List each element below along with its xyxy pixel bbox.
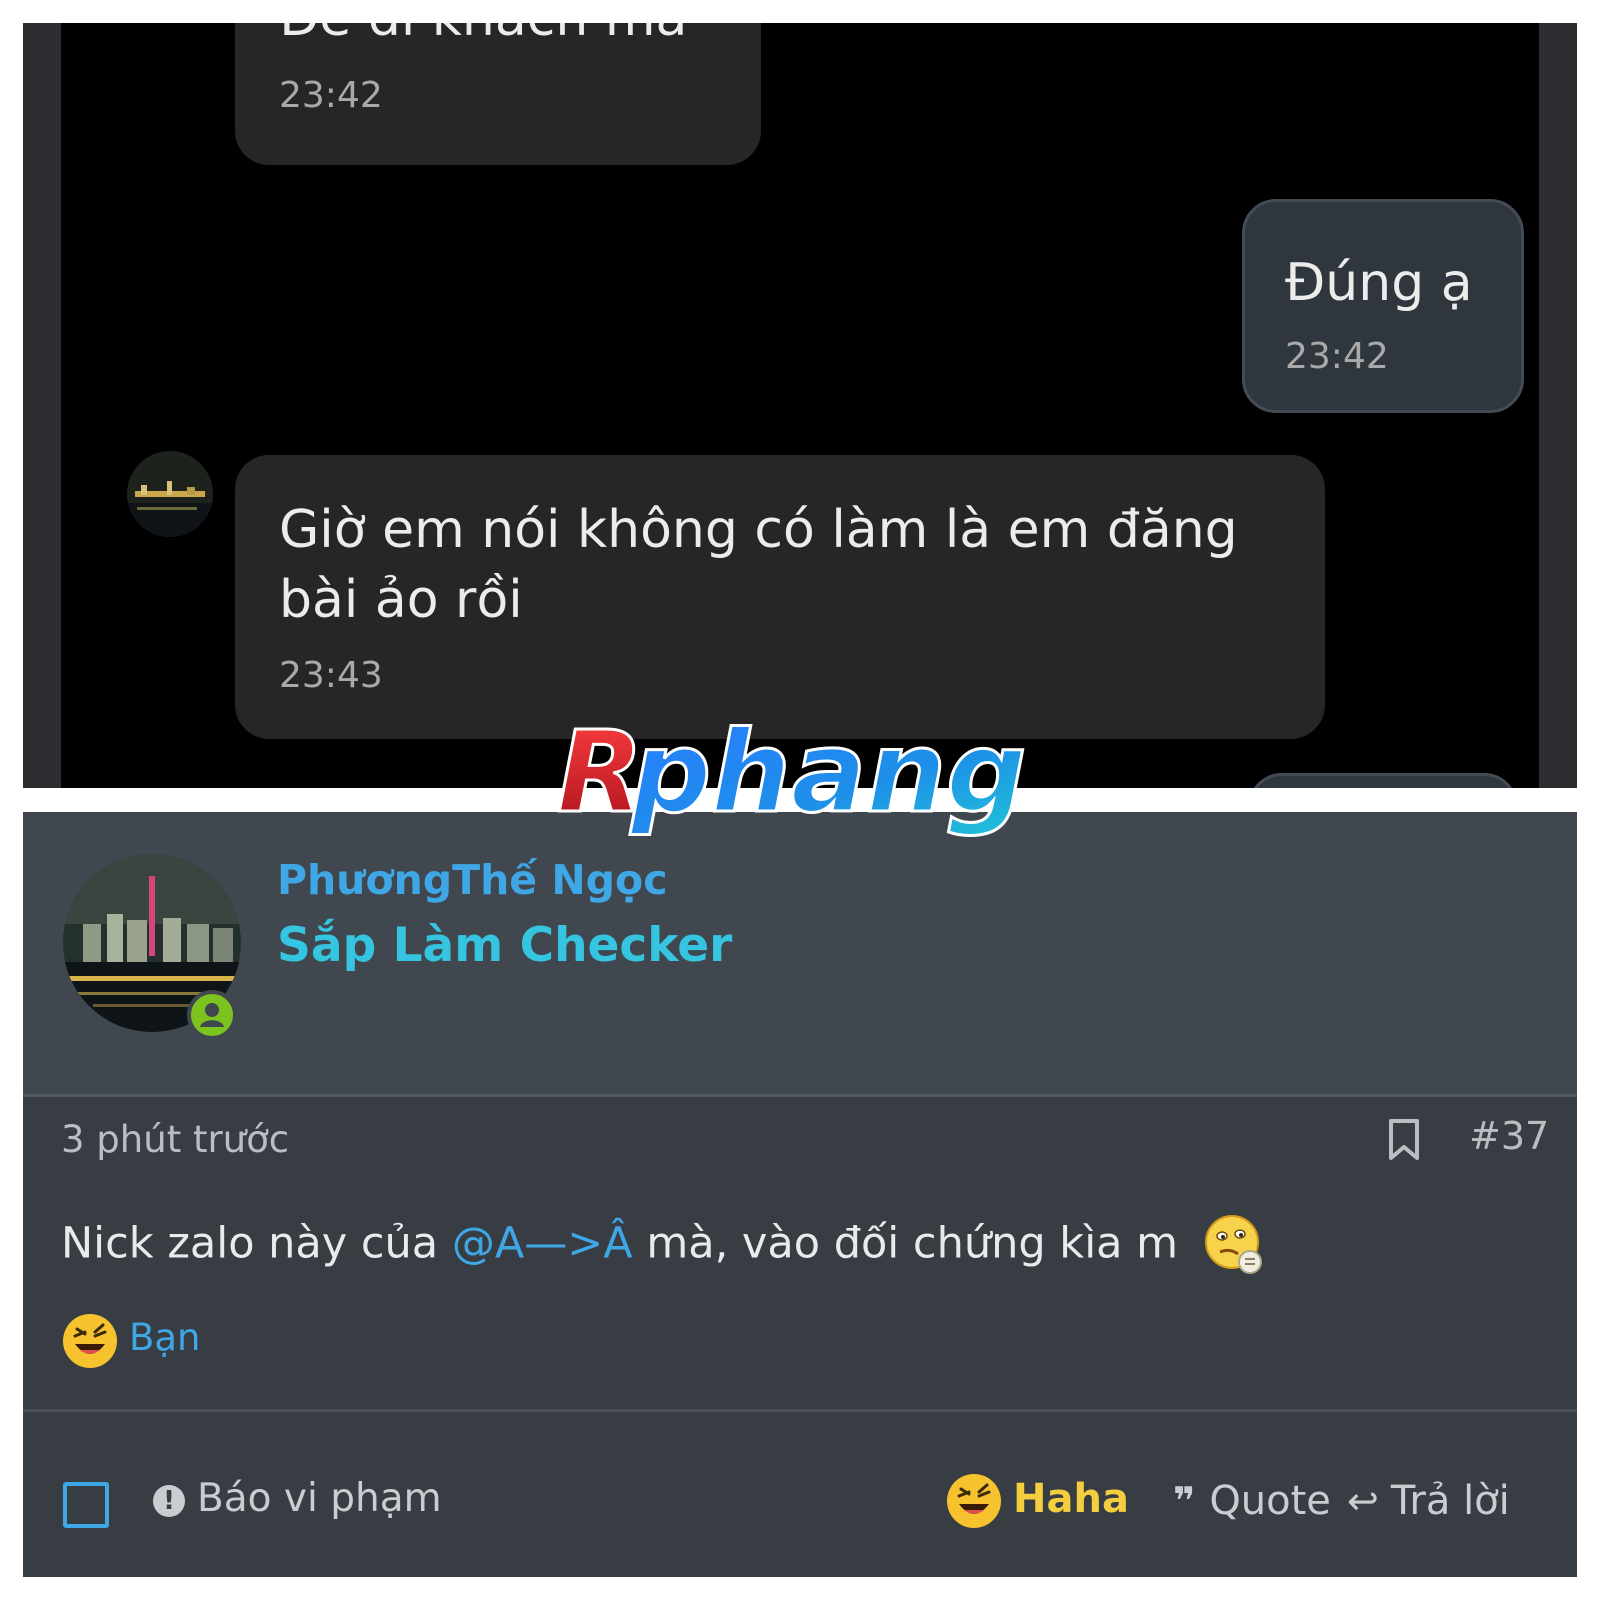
post-footer-divider <box>23 1409 1577 1412</box>
user-mention-link[interactable]: @A—>Â <box>452 1219 633 1269</box>
online-status-icon <box>187 990 237 1040</box>
reply-button[interactable]: ↩ Trả lời <box>1347 1478 1510 1524</box>
chat-bubble-outgoing: Đúng ạ 23:42 <box>1242 199 1524 413</box>
chat-message-text: Đúng ạ <box>1285 253 1473 313</box>
bookmark-icon[interactable] <box>1388 1118 1420 1162</box>
reaction-button[interactable]: Haha <box>945 1472 1129 1530</box>
author-username[interactable]: PhươngThế Ngọc <box>277 856 668 904</box>
post-text: Nick zalo này của <box>61 1218 452 1269</box>
chat-bubble-outgoing-partial <box>1248 773 1518 788</box>
quote-button[interactable]: ❞ Quote <box>1173 1478 1331 1524</box>
chat-screenshot: Đe đi khách mà 23:42 Đúng ạ 23:42 Giờ em… <box>23 23 1577 788</box>
report-button[interactable]: ! Báo vi phạm <box>153 1476 442 1521</box>
reply-label: Trả lời <box>1390 1478 1510 1524</box>
chat-message-time: 23:42 <box>1285 336 1389 377</box>
reply-icon: ↩ <box>1347 1479 1379 1523</box>
svg-text:phang: phang <box>629 715 1025 838</box>
watermark-logo: R phang <box>545 707 1028 850</box>
chat-sender-avatar <box>127 451 213 537</box>
chat-message-text: Giờ em nói không có làm là em đăng bài ả… <box>279 500 1238 630</box>
quote-icon: ❞ <box>1173 1479 1196 1523</box>
post-timestamp[interactable]: 3 phút trước <box>61 1118 289 1161</box>
post-number-link[interactable]: #37 <box>1469 1114 1549 1158</box>
post-body: Nick zalo này của @A—>Â mà, vào đối chứn… <box>61 1212 1268 1280</box>
alert-icon: ! <box>153 1484 185 1517</box>
post-text: mà, vào đối chứng kìa m <box>632 1218 1179 1269</box>
reaction-label: Haha <box>1013 1476 1129 1522</box>
report-label: Báo vi phạm <box>197 1476 442 1521</box>
quote-label: Quote <box>1209 1478 1331 1524</box>
reaction-users-link[interactable]: Bạn <box>129 1316 201 1359</box>
forum-post: PhươngThế Ngọc Sắp Làm Checker 3 phút tr… <box>23 812 1577 1577</box>
post-author-header: PhươngThế Ngọc Sắp Làm Checker <box>23 812 1577 1097</box>
chat-message-area: Đe đi khách mà 23:42 Đúng ạ 23:42 Giờ em… <box>61 23 1539 788</box>
haha-icon <box>947 1474 1001 1528</box>
chat-message-time: 23:43 <box>279 655 383 696</box>
select-post-checkbox[interactable] <box>63 1482 109 1528</box>
chat-message-text: Đe đi khách mà <box>279 23 687 53</box>
chat-message-time: 23:42 <box>279 75 383 116</box>
chat-bubble-incoming: Đe đi khách mà 23:42 <box>235 23 761 165</box>
author-user-title: Sắp Làm Checker <box>277 918 733 973</box>
haha-icon <box>61 1312 119 1370</box>
chat-bubble-incoming: Giờ em nói không có làm là em đăng bài ả… <box>235 455 1325 739</box>
thinking-smiley-icon <box>1200 1212 1268 1280</box>
